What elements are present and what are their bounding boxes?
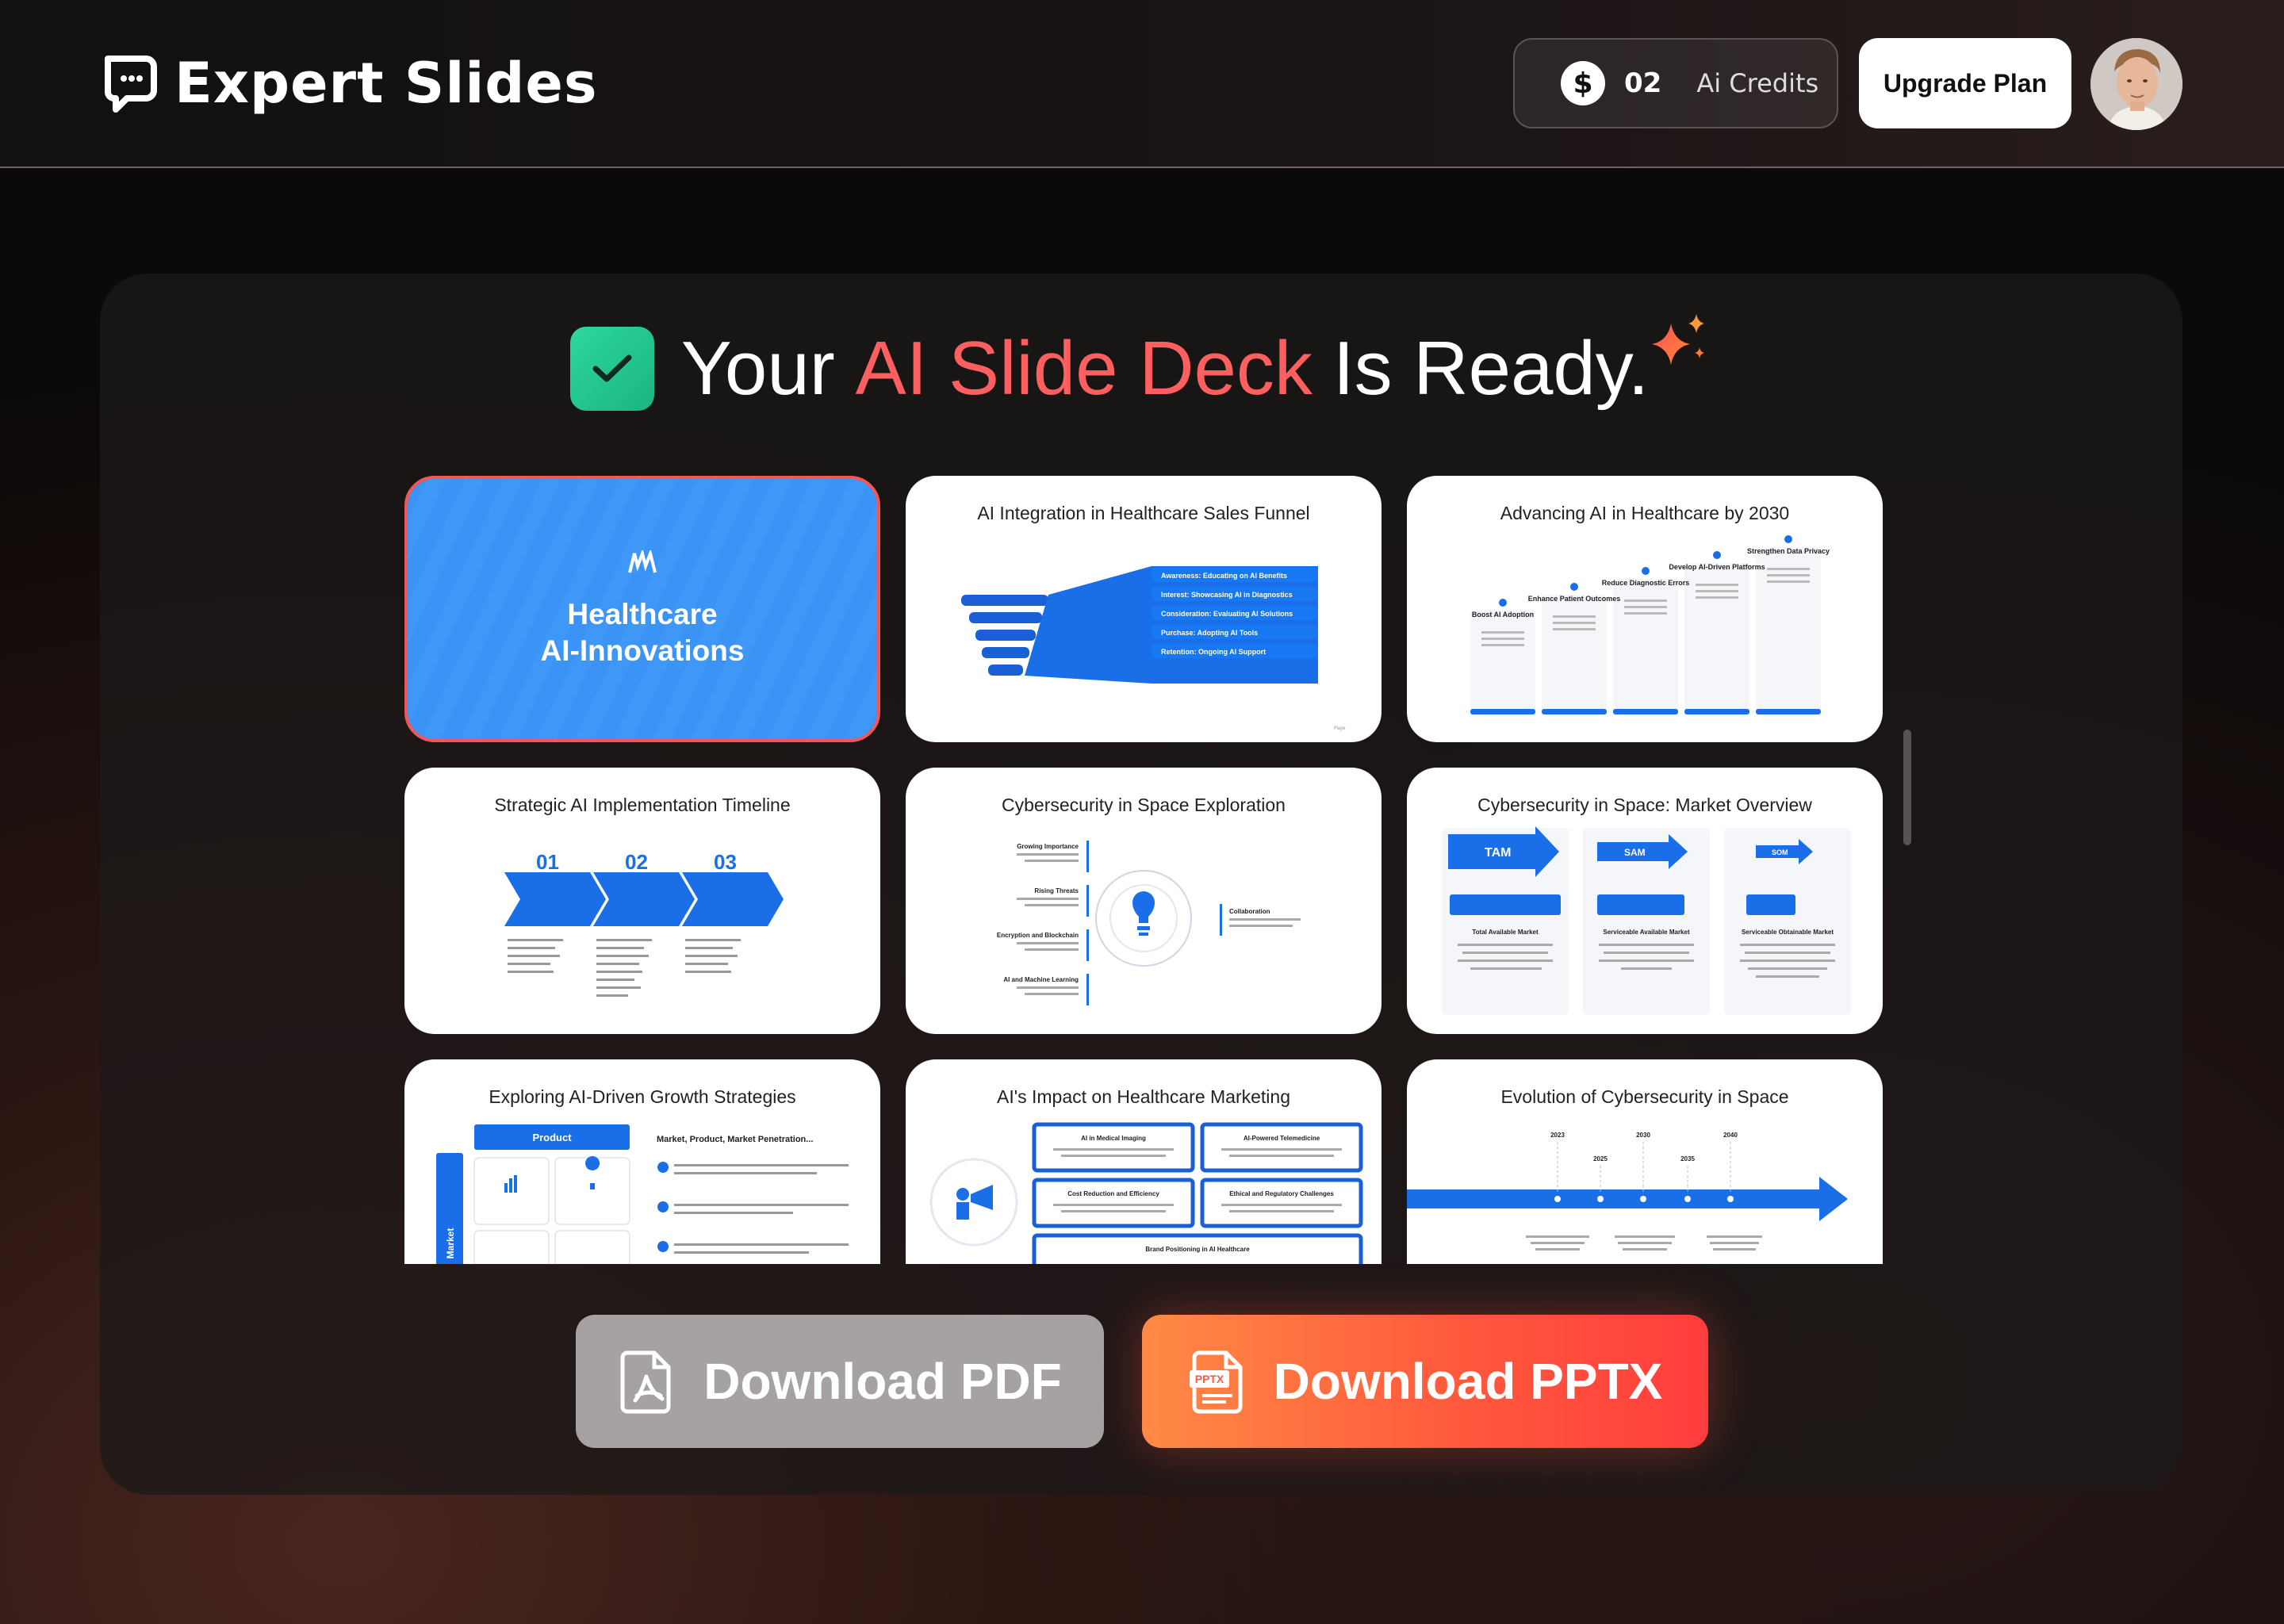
step-5-label: Strengthen Data Privacy	[1747, 547, 1830, 555]
download-pptx-button[interactable]: PPTX Download PPTX	[1142, 1315, 1708, 1448]
timeline-year-3: 2030	[1636, 1132, 1650, 1139]
step-1-label: Boost AI Adoption	[1472, 611, 1534, 619]
timeline-number-3: 03	[714, 850, 737, 874]
ai-credits-indicator[interactable]: $ 02 Ai Credits	[1513, 38, 1838, 128]
timeline-year-5: 2040	[1723, 1132, 1738, 1139]
slide-thumbnail-2[interactable]: AI Integration in Healthcare Sales Funne…	[906, 476, 1382, 742]
timeline-number-2: 02	[625, 850, 648, 874]
timeline-year-2: 2025	[1593, 1155, 1608, 1162]
market-label-1: Total Available Market	[1472, 929, 1539, 936]
market-label-2: Serviceable Available Market	[1603, 929, 1690, 936]
lightbulb-graphic: Growing Importance Rising Threats Encryp…	[997, 841, 1301, 1005]
slide-thumbnail-4[interactable]: Strategic AI Implementation Timeline 01 …	[404, 768, 880, 1034]
marketing-box-2: AI-Powered Telemedicine	[1244, 1135, 1320, 1142]
pdf-file-icon	[620, 1350, 671, 1414]
headline-part-2: Is Ready.	[1332, 326, 1650, 411]
dollar-coin-icon: $	[1561, 61, 1605, 105]
matrix-top-label: Product	[532, 1132, 572, 1143]
marketing-boxes-graphic: AI in Medical Imaging AI-Powered Telemed…	[929, 1122, 1363, 1264]
credits-label: Ai Credits	[1696, 68, 1819, 98]
step-4-label: Develop AI-Driven Platforms	[1669, 563, 1765, 571]
timeline-number-1: 01	[536, 850, 559, 874]
chevron-timeline-graphic: 01 02 03	[504, 850, 784, 997]
exploration-item-4: AI and Machine Learning	[1003, 976, 1079, 983]
steps-graphic: Boost AI Adoption Enhance Patient Outcom…	[1470, 535, 1830, 714]
check-icon	[569, 327, 654, 411]
evolution-timeline-graphic: 2023 2025 2030 2035 2040	[1407, 1132, 1848, 1251]
upgrade-plan-button[interactable]: Upgrade Plan	[1859, 38, 2071, 128]
funnel-graphic: Awareness: Educating on AI Benefits Inte…	[961, 566, 1346, 731]
download-pdf-button[interactable]: Download PDF	[576, 1315, 1104, 1448]
slide-thumbnail-8[interactable]: AI's Impact on Healthcare Marketing AI i…	[906, 1059, 1382, 1264]
slide-grid[interactable]: Healthcare AI-Innovations AI Integration…	[404, 476, 1883, 1264]
credits-count: 02	[1624, 67, 1662, 99]
exploration-item-1: Growing Importance	[1017, 843, 1079, 850]
brand-logo[interactable]: Expert Slides	[100, 51, 598, 116]
slide-thumbnail-3[interactable]: Advancing AI in Healthcare by 2030 Boost…	[1407, 476, 1883, 742]
strategies-heading: Market, Product, Market Penetration...	[657, 1135, 813, 1144]
step-3-label: Reduce Diagnostic Errors	[1602, 579, 1690, 587]
slide-1-title: Healthcare AI-Innovations	[540, 598, 745, 667]
step-2-label: Enhance Patient Outcomes	[1528, 595, 1621, 603]
top-bar: Expert Slides $ 02 Ai Credits Upgrade Pl…	[0, 0, 2284, 168]
slide-thumbnail-7[interactable]: Exploring AI-Driven Growth Strategies Pr…	[404, 1059, 880, 1264]
funnel-stage-1: Awareness: Educating on AI Benefits	[1161, 572, 1287, 580]
marketing-box-5: Brand Positioning in AI Healthcare	[1145, 1246, 1250, 1253]
slide-thumbnail-9[interactable]: Evolution of Cybersecurity in Space 2023…	[1407, 1059, 1883, 1264]
exploration-item-3: Encryption and Blockchain	[997, 932, 1079, 939]
timeline-year-4: 2035	[1680, 1155, 1695, 1162]
avatar-portrait-icon	[2090, 38, 2182, 130]
funnel-stage-5: Retention: Ongoing AI Support	[1161, 648, 1266, 656]
marketing-box-3: Cost Reduction and Efficiency	[1067, 1190, 1159, 1197]
svg-text:Page: Page	[1334, 726, 1346, 731]
matrix-side-label: Market	[445, 1228, 456, 1259]
sparkle-icon	[1652, 314, 1705, 365]
exploration-item-5: Collaboration	[1229, 908, 1270, 915]
growth-matrix-graphic: Product Market Market, Product, Market P…	[436, 1124, 849, 1264]
download-pdf-label: Download PDF	[703, 1353, 1062, 1410]
pptx-file-icon: PPTX	[1189, 1350, 1243, 1414]
exploration-item-2: Rising Threats	[1034, 887, 1079, 894]
slide-grid-scrollbar[interactable]	[1903, 730, 1911, 845]
marketing-box-1: AI in Medical Imaging	[1081, 1135, 1146, 1142]
funnel-stage-3: Consideration: Evaluating AI Solutions	[1161, 610, 1293, 618]
waveform-icon	[408, 548, 877, 583]
marketing-box-4: Ethical and Regulatory Challenges	[1229, 1190, 1334, 1197]
brand-logo-icon	[105, 56, 157, 113]
market-tag-som: SOM	[1772, 848, 1788, 856]
headline-accent: AI Slide Deck	[855, 326, 1313, 411]
funnel-stage-2: Interest: Showcasing AI in Diagnostics	[1161, 591, 1293, 599]
slide-thumbnail-6[interactable]: Cybersecurity in Space: Market Overview …	[1407, 768, 1883, 1034]
download-pptx-label: Download PPTX	[1273, 1353, 1663, 1410]
timeline-year-1: 2023	[1550, 1132, 1565, 1139]
market-tag-tam: TAM	[1485, 846, 1511, 860]
market-tag-sam: SAM	[1624, 847, 1646, 858]
svg-text:PPTX: PPTX	[1194, 1373, 1224, 1385]
headline-part-1: Your	[680, 326, 835, 411]
market-arrows-graphic: TAM SAM SOM Total Available Market Servi…	[1442, 826, 1851, 1015]
page-title: Your AI Slide Deck Is Ready.	[0, 314, 2284, 412]
user-avatar[interactable]	[2090, 38, 2182, 130]
slide-thumbnail-1[interactable]: Healthcare AI-Innovations	[404, 476, 880, 742]
brand-name: Expert Slides	[174, 51, 598, 116]
funnel-stage-4: Purchase: Adopting AI Tools	[1161, 629, 1258, 637]
slide-thumbnail-5[interactable]: Cybersecurity in Space Exploration Growi…	[906, 768, 1382, 1034]
market-label-3: Serviceable Obtainable Market	[1742, 929, 1834, 936]
